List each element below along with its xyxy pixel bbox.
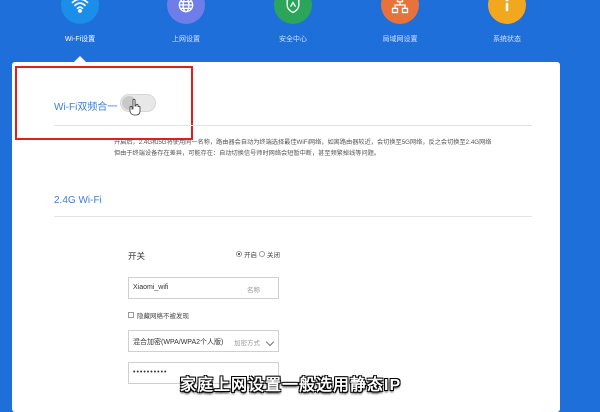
- radio-on-label: 开启: [244, 252, 257, 259]
- description-line-1: 开启后，2.4G和5G将使用同一名称，路由器会自动为终端选择最佳WiFi网络，如…: [114, 139, 492, 146]
- hide-network-checkbox[interactable]: [128, 312, 134, 318]
- video-caption: 家庭上网设置一般选用静态IP: [180, 377, 402, 394]
- nav-lan-settings[interactable]: 局域网设置: [360, 0, 440, 52]
- radio-off-label: 关闭: [267, 252, 280, 259]
- dual-band-label: Wi-Fi双频合一: [54, 102, 118, 113]
- wifi-switch-radio-group: 开启 关闭: [236, 249, 280, 259]
- lan-icon: [381, 0, 419, 24]
- nav-wifi-settings[interactable]: Wi-Fi设置: [40, 0, 120, 52]
- section-title-24g: 2.4G Wi-Fi: [54, 195, 102, 206]
- nav-label: 局域网设置: [382, 36, 418, 43]
- dual-band-description: 开启后，2.4G和5G将使用同一名称，路由器会自动为终端选择最佳WiFi网络，如…: [114, 137, 534, 159]
- radio-off[interactable]: [259, 251, 265, 257]
- globe-icon: [167, 0, 205, 24]
- wifi-icon: [61, 0, 99, 24]
- nav-internet-settings[interactable]: 上网设置: [146, 0, 226, 52]
- top-nav: Wi-Fi设置 上网设置 安全中心 局域网设置 系统状态: [0, 0, 600, 62]
- encryption-value: 混合加密(WPA/WPA2个人版): [133, 339, 224, 346]
- divider: [54, 216, 532, 217]
- radio-on[interactable]: [236, 251, 242, 257]
- wifi-switch-label: 开关: [128, 251, 146, 261]
- nav-label: 系统状态: [493, 36, 521, 43]
- nav-label: Wi-Fi设置: [64, 36, 96, 43]
- nav-label: 安全中心: [279, 36, 307, 43]
- chevron-down-icon: [265, 337, 275, 347]
- info-icon: [488, 0, 526, 24]
- divider: [54, 125, 532, 126]
- hide-network-label: 隐藏网络不被发现: [137, 313, 189, 320]
- shield-icon: [274, 0, 312, 24]
- hide-network-row[interactable]: 隐藏网络不被发现: [128, 310, 189, 320]
- ssid-suffix: 名称: [247, 287, 260, 294]
- password-value: ••••••••••: [133, 369, 168, 376]
- encryption-suffix: 加密方式: [234, 340, 260, 347]
- ssid-value: Xiaomi_wifi: [133, 284, 169, 291]
- nav-label: 上网设置: [172, 36, 200, 43]
- nav-security-center[interactable]: 安全中心: [253, 0, 333, 52]
- encryption-select[interactable]: 混合加密(WPA/WPA2个人版) 加密方式: [128, 330, 279, 352]
- nav-system-status[interactable]: 系统状态: [467, 0, 547, 52]
- ssid-input[interactable]: Xiaomi_wifi 名称: [128, 277, 279, 299]
- description-line-2: 但由于终端设备存在差异，可能存在：自动切换信号师时网络会短暂中断，甚至频繁掉线等…: [114, 150, 381, 157]
- settings-panel: [12, 62, 560, 412]
- hand-cursor-icon: [129, 98, 141, 116]
